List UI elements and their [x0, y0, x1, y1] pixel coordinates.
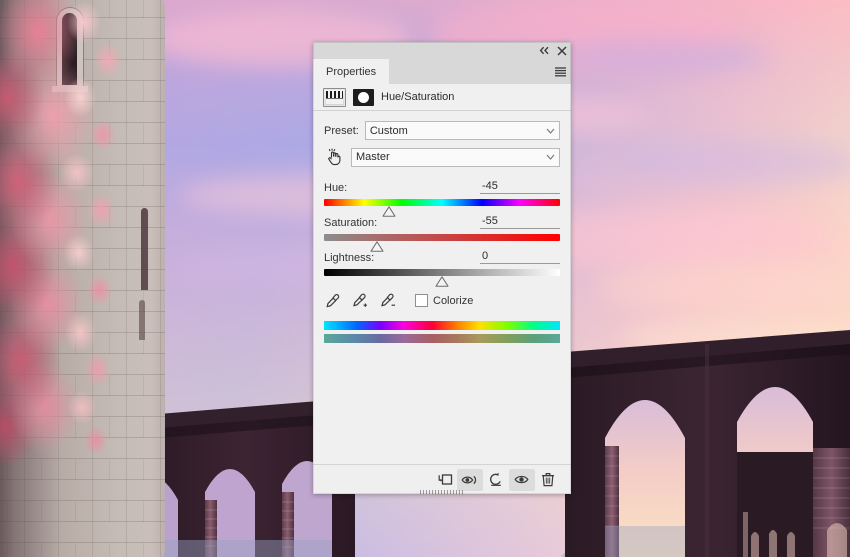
panel-titlebar [313, 42, 571, 59]
slider-hue-label: Hue: [324, 182, 348, 194]
slider-saturation-track[interactable] [324, 234, 560, 252]
slider-hue: Hue: -45 [324, 179, 560, 217]
eyedropper-icon[interactable] [324, 292, 341, 309]
tools-row: Colorize [324, 292, 560, 309]
chevron-down-icon [546, 151, 555, 163]
slider-lightness-value[interactable]: 0 [480, 250, 560, 264]
panel-tabstrip: Properties [313, 59, 571, 84]
preset-select-value: Custom [369, 124, 408, 137]
panel-footer [313, 464, 571, 495]
slider-saturation: Saturation: -55 [324, 214, 560, 252]
preset-select[interactable]: Custom [364, 121, 560, 140]
aqueduct-right [565, 330, 850, 557]
adjustment-layer-icon[interactable] [323, 87, 346, 107]
view-previous-button[interactable] [457, 468, 483, 491]
collapse-icon[interactable] [535, 42, 553, 59]
colorize-control[interactable]: Colorize [415, 294, 473, 307]
tab-properties-label: Properties [326, 65, 377, 78]
input-color-spectrum [324, 321, 560, 330]
cloud [560, 40, 770, 74]
targeted-adjustment-hand-icon[interactable] [324, 147, 344, 167]
tabstrip-filler [389, 59, 549, 84]
chevron-down-icon [546, 125, 555, 137]
close-icon[interactable] [553, 42, 571, 59]
tab-properties[interactable]: Properties [313, 59, 390, 84]
slider-lightness-track[interactable] [324, 269, 560, 287]
toggle-visibility-button[interactable] [509, 468, 535, 491]
slider-hue-track[interactable] [324, 199, 560, 217]
channel-select[interactable]: Master [351, 147, 560, 167]
aqueduct-right-shape [565, 330, 850, 557]
preset-row: Preset: Custom [324, 121, 560, 140]
panel-body: Preset: Custom Master Hue: -45 Saturatio… [313, 111, 571, 464]
eyedropper-subtract-icon[interactable] [380, 292, 397, 309]
channel-select-value: Master [356, 151, 390, 163]
slider-lightness: Lightness: 0 [324, 249, 560, 287]
adjustment-title: Hue/Saturation [381, 91, 455, 103]
slider-saturation-value[interactable]: -55 [480, 215, 560, 229]
slider-hue-thumb[interactable] [382, 206, 396, 217]
slider-saturation-thumb[interactable] [370, 241, 384, 252]
output-color-spectrum[interactable] [324, 334, 560, 343]
adjustment-header: Hue/Saturation [313, 84, 571, 111]
channel-row: Master [324, 147, 560, 167]
layer-mask-icon[interactable] [353, 88, 374, 106]
slider-lightness-thumb[interactable] [435, 276, 449, 287]
colorize-checkbox[interactable] [415, 294, 428, 307]
properties-panel[interactable]: Properties Hue/Saturation Preset: Custom… [313, 42, 571, 495]
cloud [620, 140, 850, 186]
clip-to-layer-button[interactable] [431, 469, 457, 491]
cloud [600, 262, 850, 312]
delete-button[interactable] [535, 469, 561, 491]
slider-lightness-label: Lightness: [324, 252, 375, 264]
slider-hue-value[interactable]: -45 [480, 180, 560, 194]
slider-saturation-label: Saturation: [324, 217, 378, 229]
flowering-vine-edge [58, 0, 144, 464]
reset-button[interactable] [483, 469, 509, 491]
resize-grip-icon[interactable] [420, 490, 464, 495]
panel-menu-icon[interactable] [549, 59, 571, 84]
colorize-label: Colorize [433, 294, 474, 307]
eyedropper-add-icon[interactable] [352, 292, 369, 309]
preset-label: Preset: [324, 124, 359, 137]
